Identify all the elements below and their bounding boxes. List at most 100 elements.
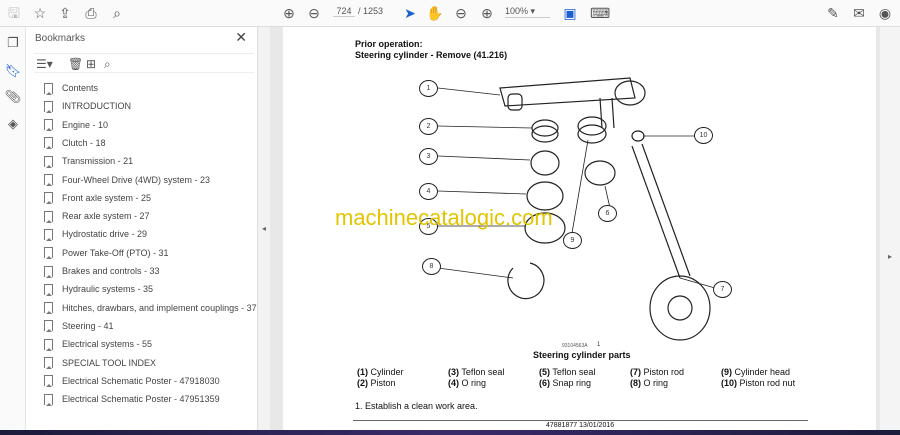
left-rail: ❐ 🔖︎ 📎︎ ◈ xyxy=(0,27,26,435)
options-menu-icon[interactable]: ☰▾ xyxy=(36,57,53,71)
part-number: (3) xyxy=(448,367,459,377)
figure-caption: Steering cylinder parts xyxy=(533,350,631,360)
bookmark-label: Steering - 41 xyxy=(62,320,114,331)
bookmark-icon xyxy=(44,375,53,388)
part-number: (6) xyxy=(539,378,550,388)
fit-page-icon[interactable]: ▣ xyxy=(560,4,580,22)
next-page-icon[interactable]: ⊖ xyxy=(304,4,324,22)
bookmark-icon xyxy=(44,393,53,406)
zoom-in-icon[interactable]: ⊕ xyxy=(477,4,497,22)
callout: 6 xyxy=(598,205,617,222)
close-icon[interactable]: ✕ xyxy=(235,29,247,46)
print-icon[interactable]: ⎙ xyxy=(81,4,101,22)
part-name: Piston xyxy=(370,378,396,388)
bookmark-icon xyxy=(44,320,53,333)
bookmark-icon xyxy=(44,283,53,296)
part-number: (8) xyxy=(630,378,641,388)
bookmark-item[interactable]: Brakes and controls - 33 xyxy=(44,262,160,280)
bookmark-item[interactable]: Engine - 10 xyxy=(44,116,108,134)
taskbar-strip xyxy=(0,430,900,435)
previous-page-icon[interactable]: ⊕ xyxy=(279,4,299,22)
part-legend-item: (7) Piston rod xyxy=(630,367,684,377)
bookmark-item[interactable]: Rear axle system - 27 xyxy=(44,207,150,225)
bookmark-item[interactable]: Front axle system - 25 xyxy=(44,189,151,207)
part-number: (9) xyxy=(721,367,732,377)
zoom-select[interactable]: 100% ▾ xyxy=(505,6,550,18)
callout: 10 xyxy=(694,127,713,144)
email-icon[interactable]: ✉ xyxy=(849,4,869,22)
bookmark-item[interactable]: Transmission - 21 xyxy=(44,152,133,170)
bookmark-icon xyxy=(44,137,53,150)
bookmarks-panel: Bookmarks ✕ ☰▾ 🗑︎ ⊞ ⌕ Contents INTRODUCTI… xyxy=(26,27,258,435)
part-legend-item: (6) Snap ring xyxy=(539,378,591,388)
add-bookmark-icon[interactable]: ⊞ xyxy=(86,57,96,71)
search-icon[interactable]: ⌕ xyxy=(107,4,127,22)
bookmark-icon xyxy=(44,174,53,186)
bookmark-item[interactable]: Clutch - 18 xyxy=(44,134,106,152)
callout: 4 xyxy=(419,183,438,200)
bookmark-item[interactable]: INTRODUCTION xyxy=(44,97,131,115)
bookmark-label: Electrical Schematic Poster - 47918030 xyxy=(62,375,220,386)
bookmark-icon xyxy=(44,302,53,315)
panel-collapse-handle[interactable]: ◂ xyxy=(258,27,270,435)
bookmark-label: Electrical Schematic Poster - 47951359 xyxy=(62,394,220,405)
read-mode-icon[interactable]: ⌨ xyxy=(590,4,610,22)
watermark: machinecatalogic.com xyxy=(335,205,553,230)
part-name: Snap ring xyxy=(552,378,592,388)
part-name: Piston rod nut xyxy=(739,378,796,388)
bookmark-item[interactable]: Hydraulic systems - 35 xyxy=(44,280,153,298)
callout: 1 xyxy=(419,80,438,97)
part-name: Cylinder head xyxy=(734,367,791,377)
zoom-value: 100% xyxy=(505,6,529,16)
bookmark-icon xyxy=(44,100,53,113)
bookmark-label: INTRODUCTION xyxy=(62,101,131,112)
sign-icon[interactable]: ✎ xyxy=(823,4,843,22)
bookmark-item[interactable]: Electrical systems - 55 xyxy=(44,335,152,353)
part-name: Teflon seal xyxy=(552,367,596,377)
bookmark-icon xyxy=(44,265,53,278)
delete-icon[interactable]: 🗑︎ xyxy=(68,57,83,71)
bookmark-item[interactable]: Contents xyxy=(44,79,98,97)
bookmark-item[interactable]: Four-Wheel Drive (4WD) system - 23 xyxy=(44,171,210,189)
bookmark-label: Contents xyxy=(62,83,99,93)
bookmark-label: Clutch - 18 xyxy=(62,137,106,148)
attachments-icon[interactable]: 📎︎ xyxy=(4,89,22,107)
bookmark-item[interactable]: Electrical Schematic Poster - 47951359 xyxy=(44,390,220,408)
part-legend-item: (2) Piston xyxy=(357,378,396,388)
part-name: Piston rod xyxy=(643,367,685,377)
bookmark-label: Front axle system - 25 xyxy=(62,192,152,203)
part-number: (2) xyxy=(357,378,368,388)
hand-tool-icon[interactable]: ✋ xyxy=(425,4,445,22)
bookmark-star-icon[interactable]: ☆ xyxy=(30,4,50,22)
account-icon[interactable]: ◉ xyxy=(875,4,895,22)
vertical-scrollbar[interactable]: ▸ xyxy=(880,27,900,430)
part-legend-item: (4) O ring xyxy=(448,378,486,388)
page-number-input[interactable]: 724 xyxy=(333,6,355,17)
layers-icon[interactable]: ◈ xyxy=(4,116,22,134)
bookmarks-icon[interactable]: 🔖︎ xyxy=(4,63,22,81)
bookmark-icon xyxy=(44,338,53,351)
bookmark-item[interactable]: Power Take-Off (PTO) - 31 xyxy=(44,244,169,262)
select-tool-icon[interactable]: ➤ xyxy=(400,4,420,22)
bookmark-label: Hydraulic systems - 35 xyxy=(62,284,154,295)
bookmark-item[interactable]: Electrical Schematic Poster - 47918030 xyxy=(44,372,220,390)
callout: 9 xyxy=(563,232,582,249)
bookmark-item[interactable]: Hitches, drawbars, and implement couplin… xyxy=(44,299,257,317)
part-legend-item: (8) O ring xyxy=(630,378,668,388)
part-legend-item: (5) Teflon seal xyxy=(539,367,595,377)
bookmark-item[interactable]: Hydrostatic drive - 29 xyxy=(44,225,147,243)
panel-title: Bookmarks xyxy=(35,33,86,44)
bookmark-icon xyxy=(44,228,53,241)
prior-operation-link[interactable]: Steering cylinder - Remove (41.216) xyxy=(355,50,507,60)
save-icon[interactable]: 🖫 xyxy=(4,4,24,22)
zoom-out-icon[interactable]: ⊖ xyxy=(451,4,471,22)
upload-icon[interactable]: ⇪ xyxy=(55,4,75,22)
bookmark-label: Brakes and controls - 33 xyxy=(62,266,160,276)
bookmark-label: Hitches, drawbars, and implement couplin… xyxy=(62,302,257,313)
bookmark-label: Engine - 10 xyxy=(62,119,109,130)
find-bookmark-icon[interactable]: ⌕ xyxy=(104,57,111,72)
bookmark-item[interactable]: Steering - 41 xyxy=(44,317,114,335)
page-total: / 1253 xyxy=(358,6,384,16)
pages-icon[interactable]: ❐ xyxy=(4,35,22,53)
bookmark-item[interactable]: SPECIAL TOOL INDEX xyxy=(44,354,156,372)
